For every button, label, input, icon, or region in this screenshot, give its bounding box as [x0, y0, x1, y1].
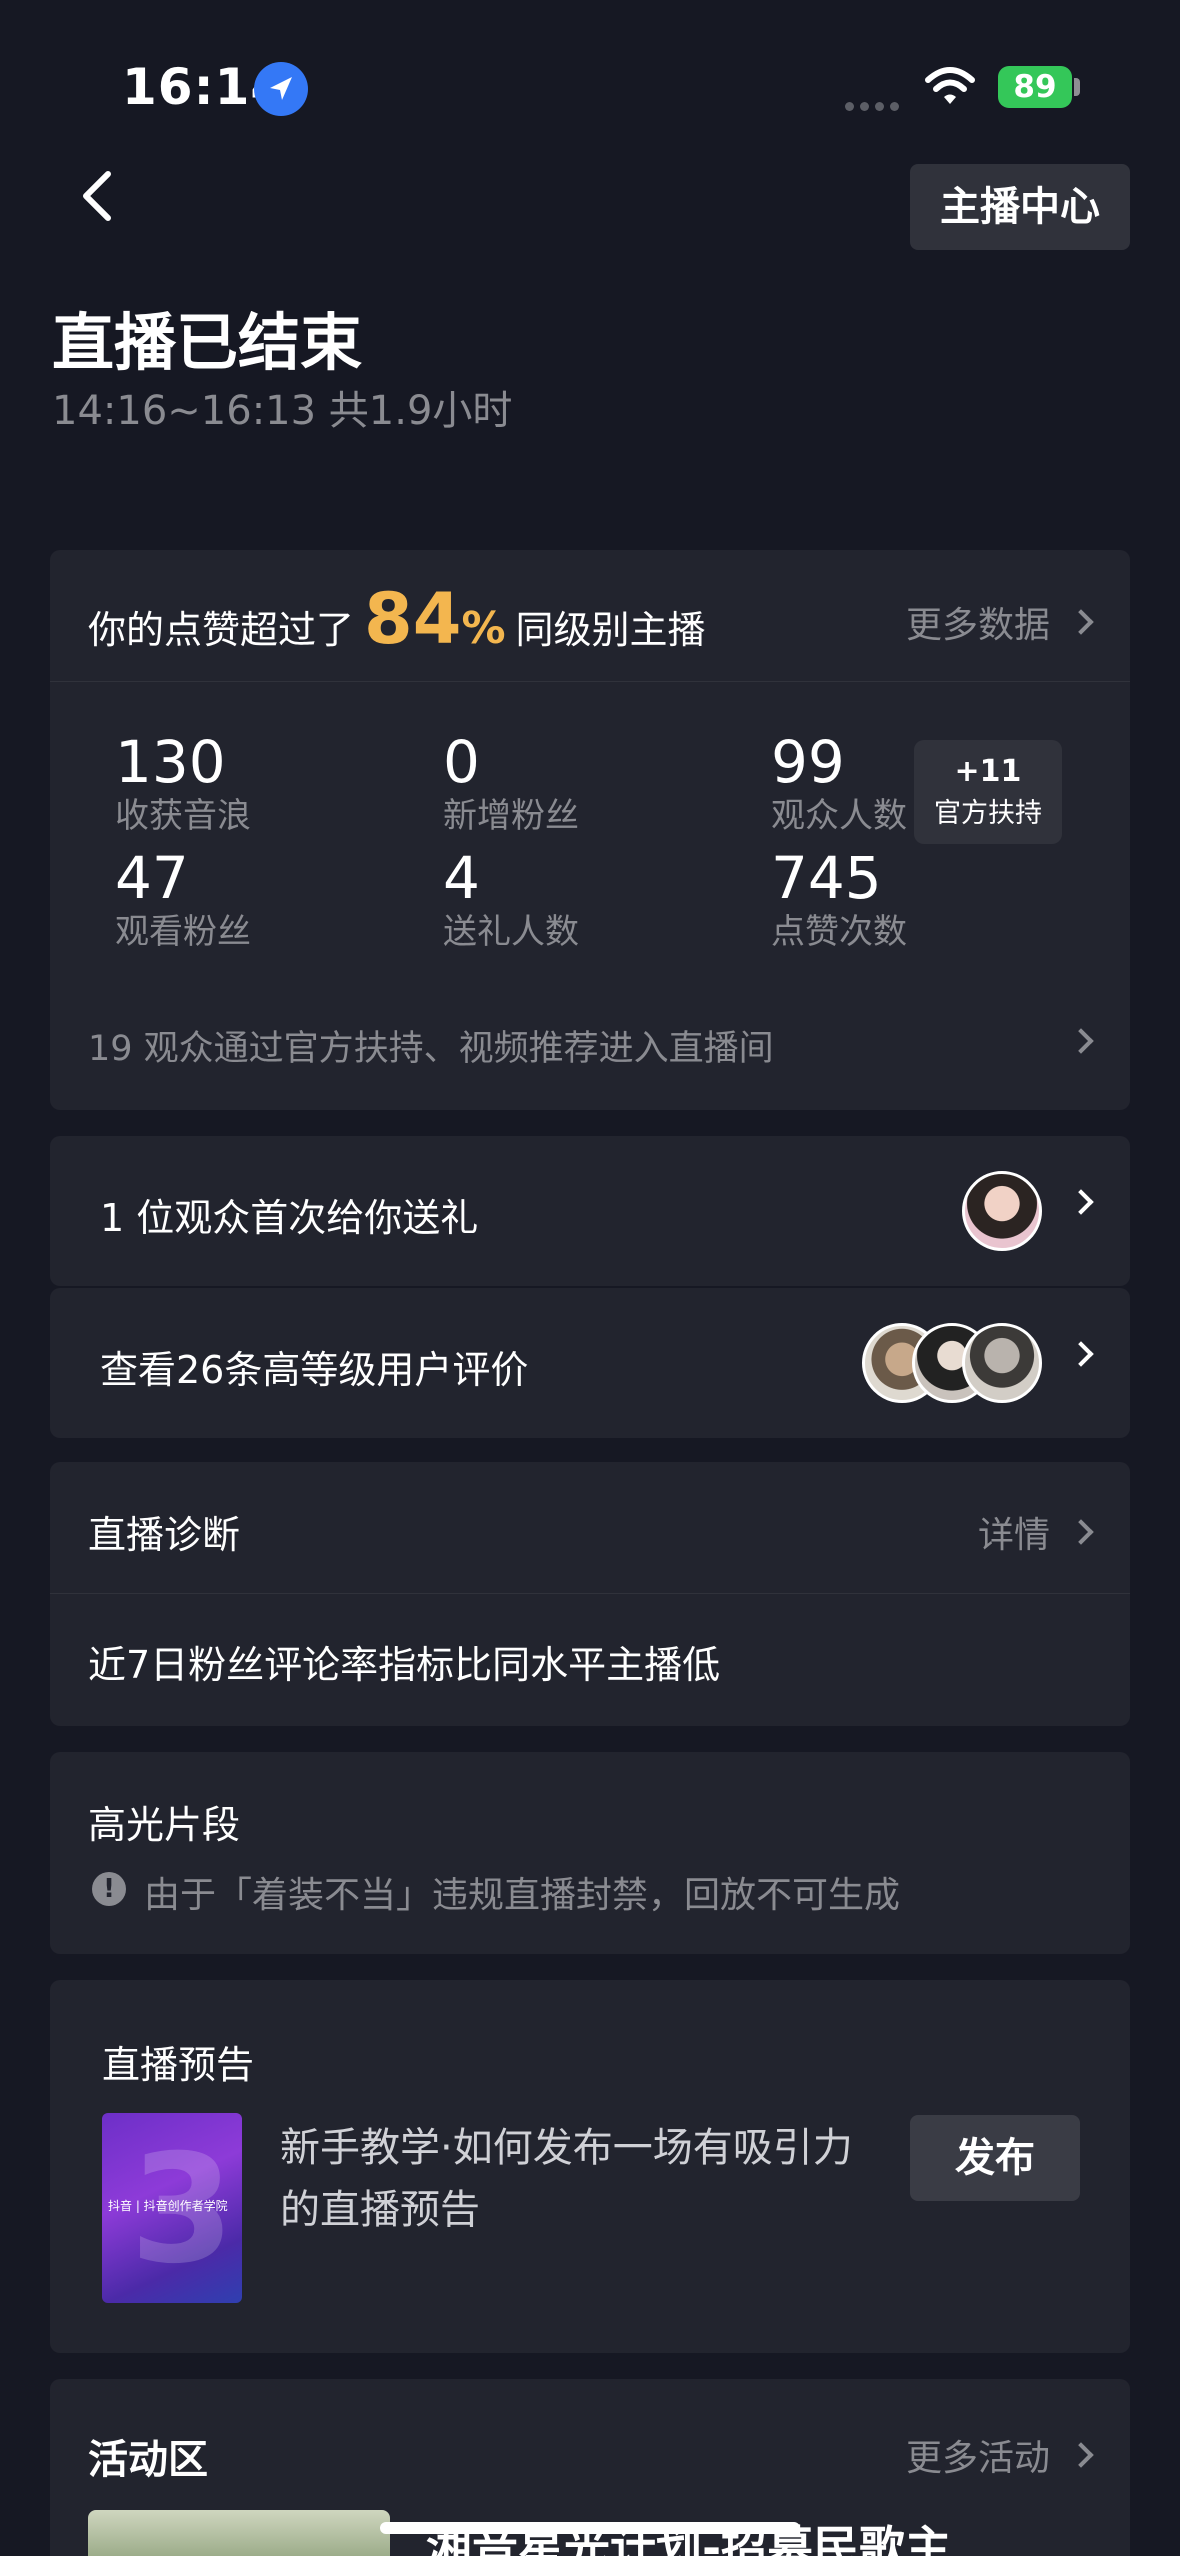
highlights-card: 高光片段 ! 由于「着装不当」违规直播封禁，回放不可生成	[50, 1752, 1130, 1954]
first-gift-row[interactable]: 1 位观众首次给你送礼	[50, 1136, 1130, 1286]
thumbnail-caption: 抖音 | 抖音创作者学院	[108, 2199, 228, 2213]
battery-icon: 89	[998, 66, 1072, 108]
stat-new-fans: 0 新增粉丝	[443, 728, 579, 836]
highlights-title: 高光片段	[88, 1803, 241, 1847]
back-arrow-icon[interactable]	[70, 166, 130, 226]
live-stats-card: 你的点赞超过了 84% 同级别主播 更多数据 130 收获音浪 0 新增粉丝 99 观…	[50, 550, 1130, 1110]
streamer-center-button[interactable]: 主播中心	[910, 164, 1130, 250]
chevron-right-icon	[1068, 609, 1094, 635]
wifi-icon	[925, 67, 975, 104]
preview-tutorial-text[interactable]: 新手教学·如何发布一场有吸引力的直播预告	[280, 2117, 880, 2241]
first-gift-text: 1 位观众首次给你送礼	[100, 1196, 479, 1240]
live-preview-card: 直播预告 3 抖音 | 抖音创作者学院 新手教学·如何发布一场有吸引力的直播预告…	[50, 1980, 1130, 2353]
more-data-link[interactable]: 更多数据	[906, 596, 1094, 648]
location-arrow-icon	[254, 62, 308, 116]
official-support-badge: +11 官方扶持	[914, 740, 1062, 844]
activity-item-title[interactable]: 湘音星光计划-招募民歌主	[426, 2512, 951, 2556]
live-duration: 14:16~16:13 共1.9小时	[52, 388, 513, 434]
divider	[50, 1593, 1130, 1594]
battery-cap	[1074, 78, 1080, 96]
likes-percent: 84%	[364, 578, 506, 660]
warning-icon: !	[92, 1872, 126, 1906]
chevron-right-icon	[1068, 2442, 1094, 2468]
reviews-row[interactable]: 查看26条高等级用户评价	[50, 1288, 1130, 1438]
chevron-right-icon	[1068, 1189, 1094, 1215]
reviews-text: 查看26条高等级用户评价	[100, 1348, 529, 1392]
traffic-source-note[interactable]: 19 观众通过官方扶持、视频推荐进入直播间	[88, 1020, 774, 1071]
activity-thumbnail[interactable]	[88, 2510, 390, 2556]
page-title: 直播已结束	[52, 306, 363, 379]
more-activities-link[interactable]: 更多活动	[906, 2429, 1094, 2481]
signal-dots-icon	[845, 96, 905, 115]
stat-viewers: 99 观众人数	[771, 728, 907, 836]
home-indicator	[380, 2522, 800, 2534]
chevron-right-icon	[1068, 1519, 1094, 1545]
first-gift-link[interactable]	[1050, 1189, 1094, 1215]
tutorial-thumbnail[interactable]: 3 抖音 | 抖音创作者学院	[102, 2113, 242, 2303]
divider	[50, 681, 1130, 682]
stat-watching-fans: 47 观看粉丝	[115, 844, 251, 952]
reviews-link[interactable]	[1050, 1341, 1094, 1367]
likes-prefix: 你的点赞超过了	[88, 608, 355, 652]
stat-income: 130 收获音浪	[115, 728, 251, 836]
avatar	[962, 1323, 1042, 1403]
chevron-right-icon	[1068, 1341, 1094, 1367]
likes-suffix: 同级别主播	[515, 608, 706, 652]
avatar	[962, 1171, 1042, 1251]
diagnosis-details-link[interactable]: 详情	[978, 1506, 1094, 1558]
activity-title: 活动区	[88, 2437, 208, 2483]
publish-button[interactable]: 发布	[910, 2115, 1080, 2201]
stat-likes: 745 点赞次数	[771, 844, 907, 952]
status-bar: 16:14 89	[0, 0, 1180, 150]
highlights-warning: 由于「着装不当」违规直播封禁，回放不可生成	[144, 1875, 901, 1916]
diagnosis-text: 近7日粉丝评论率指标比同水平主播低	[88, 1643, 721, 1687]
stat-gifters: 4 送礼人数	[443, 844, 579, 952]
traffic-source-link[interactable]	[1050, 1028, 1094, 1054]
chevron-right-icon	[1068, 1028, 1094, 1054]
likes-ranking: 你的点赞超过了 84% 同级别主播	[88, 578, 706, 660]
diagnosis-card: 直播诊断 详情 近7日粉丝评论率指标比同水平主播低	[50, 1462, 1130, 1726]
diagnosis-title: 直播诊断	[88, 1513, 241, 1557]
preview-title: 直播预告	[102, 2043, 255, 2087]
